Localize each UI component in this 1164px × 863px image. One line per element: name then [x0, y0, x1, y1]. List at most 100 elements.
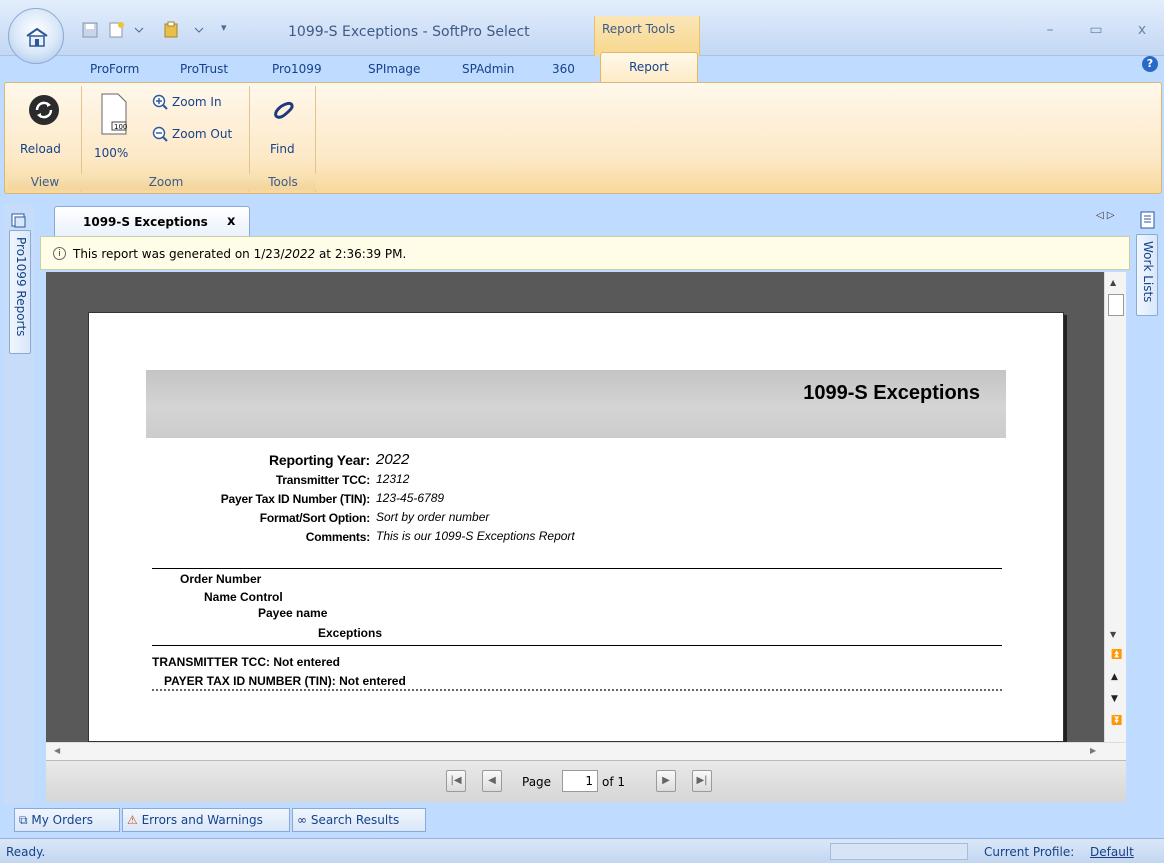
zoom-in-button[interactable]: Zoom In: [152, 92, 248, 114]
previous-page-icon[interactable]: ▲: [1111, 672, 1118, 682]
work-lists-icon[interactable]: [1138, 210, 1158, 230]
tab-protrust[interactable]: ProTrust: [180, 58, 228, 80]
binoculars-icon: ∞: [297, 813, 307, 827]
tab-search-results[interactable]: ∞ Search Results: [292, 808, 426, 832]
scroll-left-icon[interactable]: ◀: [54, 746, 60, 755]
tools-group: Find Tools: [250, 86, 316, 192]
info-text-year: 2022: [284, 247, 316, 261]
panel-icon[interactable]: [10, 212, 28, 230]
new-button[interactable]: [106, 20, 146, 42]
status-progress-field: [830, 843, 968, 860]
exception-line: PAYER TAX ID NUMBER (TIN): Not entered: [164, 674, 406, 688]
zoom-group: 100 100% Zoom In Zoom Out Zoom: [82, 86, 250, 192]
binoculars-icon: [274, 102, 294, 119]
tab-report[interactable]: Report: [600, 52, 698, 82]
find-button[interactable]: Find: [258, 90, 308, 174]
customize-qat-icon[interactable]: ▾: [220, 20, 234, 42]
report-title: 1099-S Exceptions: [803, 382, 980, 404]
tab-spadmin[interactable]: SPAdmin: [462, 58, 514, 80]
maximize-button[interactable]: ▭: [1084, 22, 1108, 40]
help-icon[interactable]: ?: [1142, 56, 1158, 72]
reload-button[interactable]: Reload: [14, 90, 76, 174]
scroll-thumb[interactable]: [1108, 294, 1124, 316]
zoom-100-button[interactable]: 100 100%: [88, 90, 134, 174]
dotted-divider: [152, 689, 1002, 691]
close-tab-icon[interactable]: x: [227, 214, 235, 229]
scroll-down-icon[interactable]: ▼: [1110, 630, 1116, 639]
tab-my-orders[interactable]: ⧉ My Orders: [14, 808, 120, 832]
zoom-in-icon: [152, 94, 168, 110]
new-document-icon: [109, 22, 144, 38]
zoom-icon-text: 100: [114, 123, 128, 131]
info-text: This report was generated on 1/23/2022 a…: [73, 247, 406, 261]
search-results-label: Search Results: [310, 813, 400, 827]
field-value-transmitter-tcc: 12312: [376, 472, 410, 486]
last-page-icon[interactable]: ⏬: [1111, 716, 1122, 726]
vertical-scrollbar[interactable]: ▲ ▼ ⏫ ▲ ▼ ⏬: [1104, 272, 1126, 742]
column-order-number: Order Number: [180, 572, 262, 586]
reload-label: Reload: [20, 142, 61, 156]
tab-360[interactable]: 360: [552, 58, 575, 80]
pro1099-reports-label: Pro1099 Reports: [14, 237, 28, 337]
page-number-input[interactable]: 1: [562, 770, 598, 792]
find-label: Find: [270, 142, 295, 156]
scroll-up-icon[interactable]: ▲: [1110, 278, 1116, 287]
current-profile-link[interactable]: Default: [1090, 845, 1134, 859]
status-bar: Ready. Current Profile: Default: [0, 838, 1164, 863]
close-button[interactable]: x: [1130, 22, 1154, 40]
page-label: Page: [522, 775, 552, 789]
save-icon: [82, 22, 98, 38]
work-lists-panel-tab[interactable]: Work Lists: [1136, 234, 1158, 316]
tab-scroll-arrows[interactable]: ◁ ▷: [1096, 210, 1115, 221]
pro1099-reports-panel-tab[interactable]: Pro1099 Reports: [9, 230, 31, 354]
field-value-payer-tin: 123-45-6789: [376, 491, 445, 505]
view-group: Reload View: [8, 86, 82, 192]
status-text: Ready.: [6, 845, 46, 859]
tab-1099s-exceptions[interactable]: 1099-S Exceptions x: [54, 206, 250, 236]
exception-line: TRANSMITTER TCC: Not entered: [152, 655, 340, 669]
tab-pro1099[interactable]: Pro1099: [272, 58, 322, 80]
tab-errors-and-warnings[interactable]: ⚠ Errors and Warnings: [122, 808, 290, 832]
zoom-in-label: Zoom In: [172, 95, 222, 109]
application-menu-button[interactable]: [8, 8, 64, 64]
orders-icon: ⧉: [19, 813, 28, 827]
tools-group-label: Tools: [250, 174, 316, 190]
view-group-label: View: [8, 174, 82, 190]
page-count-label: of 1: [602, 775, 626, 789]
clipboard-icon: [164, 21, 204, 38]
field-label-reporting-year: Reporting Year:: [269, 452, 370, 468]
zoom-out-icon: [152, 126, 168, 142]
info-text-suffix: at 2:36:39 PM.: [315, 247, 407, 261]
window-title: 1099-S Exceptions - SoftPro Select: [288, 24, 530, 40]
column-name-control: Name Control: [204, 590, 283, 604]
first-page-icon[interactable]: ⏫: [1111, 650, 1122, 660]
field-value-format-sort: Sort by order number: [376, 510, 490, 524]
document-tab-label: 1099-S Exceptions: [83, 215, 208, 229]
open-button[interactable]: [160, 20, 206, 42]
tab-spimage[interactable]: SPImage: [368, 58, 420, 80]
last-page-button[interactable]: ▶|: [692, 770, 712, 792]
tab-proform[interactable]: ProForm: [90, 58, 139, 80]
next-page-icon[interactable]: ▼: [1111, 694, 1118, 704]
reload-icon: [29, 95, 59, 125]
save-button[interactable]: [80, 20, 100, 42]
zoom-out-button[interactable]: Zoom Out: [152, 124, 248, 146]
zoom-out-label: Zoom Out: [172, 127, 233, 141]
my-orders-label: My Orders: [31, 813, 94, 827]
info-bar: i This report was generated on 1/23/2022…: [40, 236, 1130, 270]
divider: [152, 645, 1002, 646]
previous-page-button[interactable]: ◀: [482, 770, 502, 792]
horizontal-scrollbar[interactable]: ◀ ▶: [46, 742, 1126, 760]
info-text-prefix: This report was generated on 1/23/: [73, 247, 285, 261]
minimize-button[interactable]: –: [1038, 22, 1062, 40]
first-page-button[interactable]: |◀: [446, 770, 466, 792]
scroll-right-icon[interactable]: ▶: [1090, 746, 1096, 755]
zoom-group-label: Zoom: [82, 174, 250, 190]
field-value-reporting-year: 2022: [376, 451, 410, 468]
info-icon: i: [53, 247, 66, 260]
field-label-comments: Comments:: [305, 530, 370, 544]
next-page-button[interactable]: ▶: [656, 770, 676, 792]
divider: [152, 568, 1002, 569]
report-tools-context-group: Report Tools: [594, 16, 700, 56]
column-exceptions: Exceptions: [318, 626, 383, 640]
